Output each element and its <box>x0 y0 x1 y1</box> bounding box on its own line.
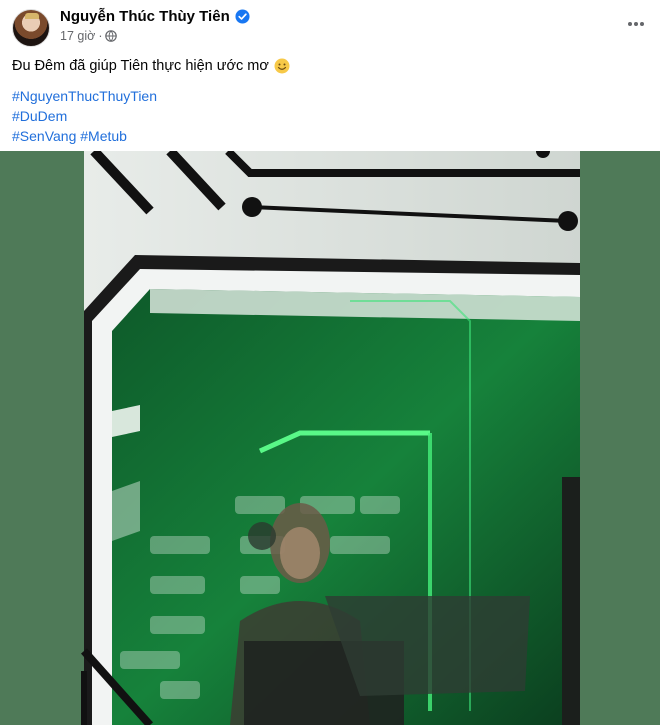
hashtag-line-1: #NguyenThucThuyTien <box>12 86 648 106</box>
post-photo[interactable] <box>0 151 660 725</box>
verified-badge-icon <box>235 9 250 24</box>
author-name-link[interactable]: Nguyễn Thúc Thùy Tiên <box>60 8 230 25</box>
post-text: Đu Đêm đã giúp Tiên thực hiện ước mơ <box>12 58 269 74</box>
post-meta: 17 giờ · <box>60 29 118 43</box>
hashtag-line-2: #DuDem <box>12 106 648 126</box>
author-avatar[interactable] <box>12 9 50 47</box>
post-header: Nguyễn Thúc Thùy Tiên 17 giờ · <box>0 0 660 50</box>
smiling-face-emoji-icon <box>274 58 290 74</box>
hashtag-nguyenthucthuytien[interactable]: #NguyenThucThuyTien <box>12 88 157 104</box>
hashtag-dudem[interactable]: #DuDem <box>12 108 67 124</box>
hashtag-metub[interactable]: #Metub <box>80 128 127 144</box>
photo-illustration <box>81 151 580 725</box>
crown-icon <box>25 13 39 19</box>
hashtag-senvang[interactable]: #SenVang <box>12 128 76 144</box>
post-body: Đu Đêm đã giúp Tiên thực hiện ước mơ #Ng… <box>12 56 648 146</box>
meta-separator: · <box>98 29 103 43</box>
post-text-line: Đu Đêm đã giúp Tiên thực hiện ước mơ <box>12 56 648 76</box>
more-horizontal-icon <box>628 22 644 26</box>
author-line: Nguyễn Thúc Thùy Tiên <box>60 8 250 25</box>
post-timestamp-link[interactable]: 17 giờ <box>60 29 95 43</box>
hashtag-line-3: #SenVang #Metub <box>12 126 648 146</box>
more-options-button[interactable] <box>624 12 648 36</box>
globe-icon[interactable] <box>105 30 118 42</box>
